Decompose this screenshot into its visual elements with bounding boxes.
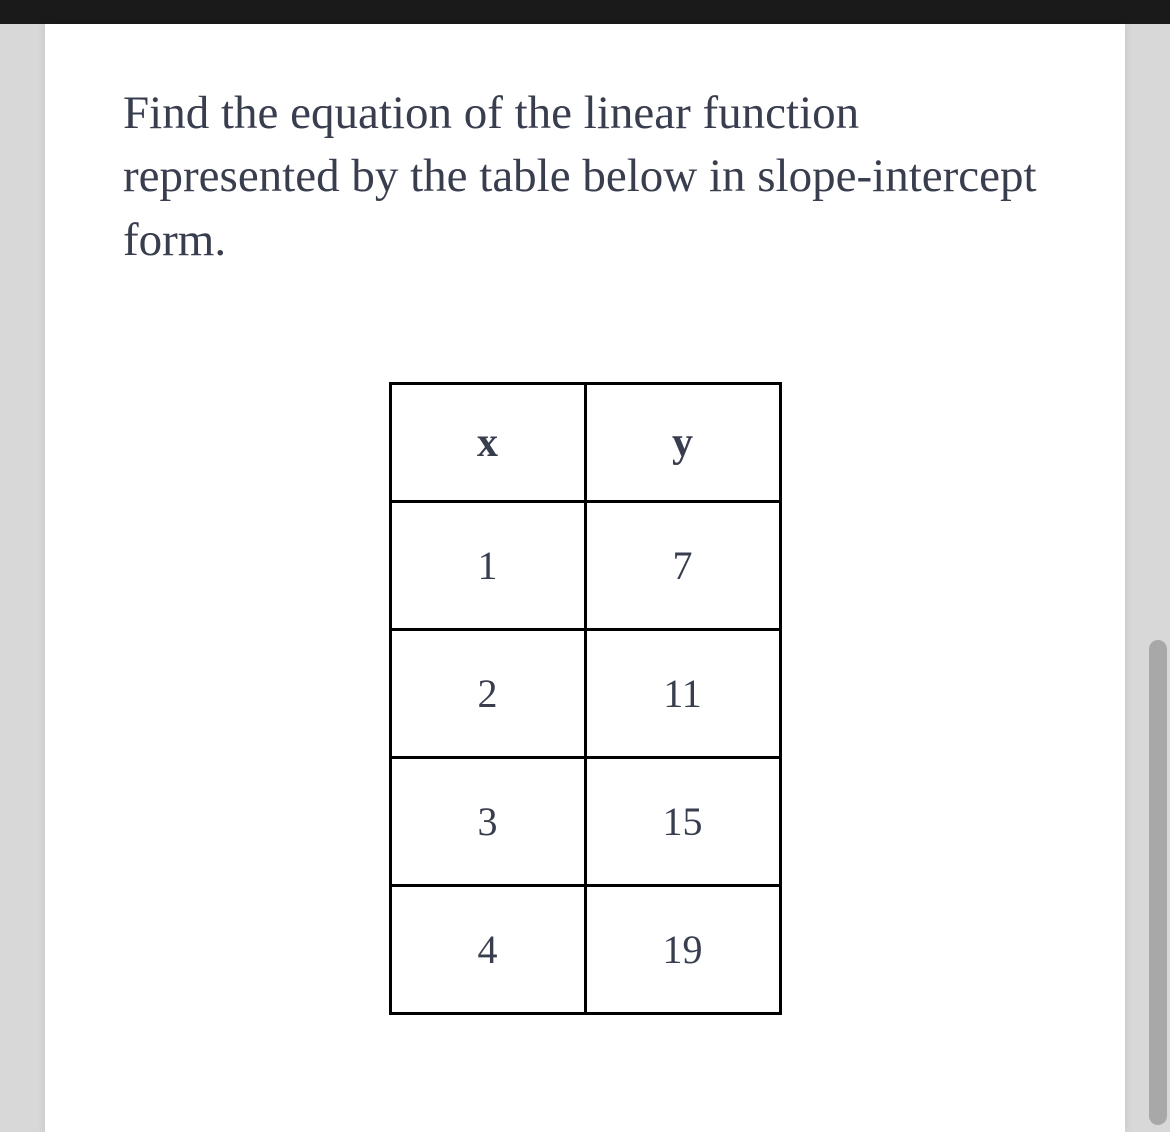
- cell-y: 11: [585, 630, 780, 758]
- page-container: Find the equation of the linear function…: [45, 24, 1125, 1132]
- app-top-bar: [0, 0, 1170, 24]
- header-y: y: [585, 384, 780, 502]
- cell-y: 7: [585, 502, 780, 630]
- cell-x: 4: [390, 886, 585, 1014]
- cell-x: 1: [390, 502, 585, 630]
- cell-x: 3: [390, 758, 585, 886]
- table-header-row: x y: [390, 384, 780, 502]
- cell-x: 2: [390, 630, 585, 758]
- table-row: 1 7: [390, 502, 780, 630]
- cell-y: 15: [585, 758, 780, 886]
- xy-table: x y 1 7 2 11 3 15 4 19: [389, 382, 782, 1015]
- table-wrapper: x y 1 7 2 11 3 15 4 19: [123, 382, 1047, 1015]
- table-row: 2 11: [390, 630, 780, 758]
- table-row: 3 15: [390, 758, 780, 886]
- header-x: x: [390, 384, 585, 502]
- vertical-scrollbar[interactable]: [1149, 640, 1167, 1125]
- question-text: Find the equation of the linear function…: [123, 82, 1047, 272]
- table-row: 4 19: [390, 886, 780, 1014]
- cell-y: 19: [585, 886, 780, 1014]
